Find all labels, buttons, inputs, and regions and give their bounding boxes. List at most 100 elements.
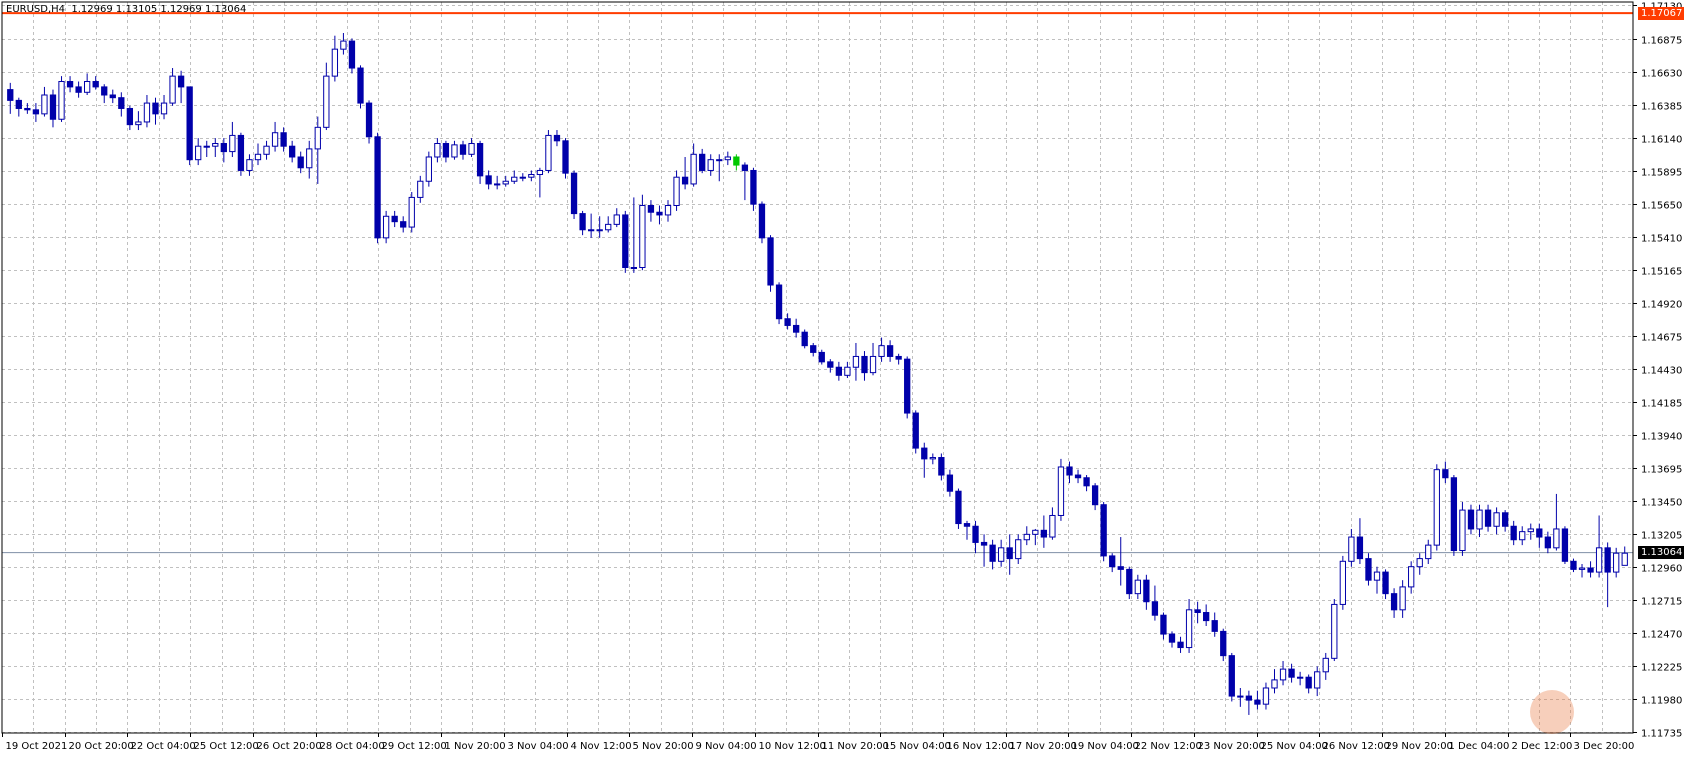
candle[interactable] — [49, 89, 57, 128]
candle[interactable] — [212, 138, 219, 157]
candle[interactable] — [1109, 553, 1116, 573]
candle[interactable] — [1023, 526, 1030, 546]
candle[interactable] — [357, 65, 364, 109]
candle[interactable] — [1527, 523, 1534, 540]
candle[interactable] — [673, 170, 680, 211]
candle[interactable] — [792, 318, 800, 338]
candle[interactable] — [716, 154, 723, 182]
candle[interactable] — [955, 488, 962, 529]
candle[interactable] — [622, 210, 629, 273]
candle[interactable] — [408, 192, 415, 233]
candle[interactable] — [1339, 555, 1346, 610]
candle[interactable] — [41, 86, 48, 117]
candle[interactable] — [1553, 493, 1560, 551]
candle[interactable] — [271, 121, 279, 152]
candle[interactable] — [946, 469, 954, 497]
candle[interactable] — [126, 105, 134, 131]
candle[interactable] — [1356, 518, 1364, 564]
candle[interactable] — [84, 73, 91, 95]
candle[interactable] — [400, 216, 407, 233]
candle[interactable] — [425, 151, 432, 187]
candle[interactable] — [886, 340, 894, 362]
candle[interactable] — [143, 94, 151, 128]
candle[interactable] — [476, 140, 484, 184]
candle[interactable] — [630, 197, 637, 273]
candle[interactable] — [758, 201, 766, 244]
candle[interactable] — [562, 138, 569, 179]
candle[interactable] — [998, 539, 1005, 567]
candle[interactable] — [605, 216, 612, 233]
candle[interactable] — [664, 200, 672, 222]
candle[interactable] — [468, 138, 475, 157]
candle[interactable] — [852, 342, 860, 381]
candlestick-chart[interactable]: 1.171301.168751.166301.163851.161401.158… — [0, 0, 1684, 764]
candle[interactable] — [485, 170, 492, 190]
candle[interactable] — [929, 453, 936, 465]
candle[interactable] — [7, 82, 14, 114]
candle[interactable] — [1143, 574, 1150, 610]
candle[interactable] — [494, 175, 501, 190]
candle[interactable] — [1373, 566, 1381, 594]
candle[interactable] — [1160, 612, 1167, 640]
candle[interactable] — [24, 103, 31, 114]
candle[interactable] — [229, 121, 236, 157]
candle[interactable] — [733, 154, 740, 171]
candle[interactable] — [1006, 534, 1013, 575]
candle[interactable] — [1134, 574, 1141, 600]
candle[interactable] — [1587, 561, 1594, 578]
candle[interactable] — [690, 143, 697, 187]
candle[interactable] — [528, 170, 535, 182]
candle[interactable] — [1049, 507, 1056, 540]
candle[interactable] — [1271, 669, 1278, 694]
candle[interactable] — [1057, 458, 1065, 521]
candle[interactable] — [1390, 588, 1398, 618]
candle[interactable] — [613, 208, 620, 228]
candle[interactable] — [972, 520, 979, 554]
candle[interactable] — [536, 167, 544, 198]
candle[interactable] — [382, 210, 390, 244]
candle[interactable] — [1416, 553, 1423, 575]
candle[interactable] — [869, 342, 877, 376]
candle[interactable] — [237, 132, 245, 176]
candle[interactable] — [639, 194, 646, 271]
candle[interactable] — [109, 89, 116, 104]
candle[interactable] — [254, 143, 262, 166]
candle[interactable] — [297, 151, 304, 174]
candle[interactable] — [741, 162, 749, 201]
candle[interactable] — [220, 138, 227, 163]
candle[interactable] — [203, 140, 210, 157]
candle[interactable] — [1365, 553, 1372, 586]
candle[interactable] — [1493, 507, 1500, 535]
candle[interactable] — [647, 200, 655, 222]
candle[interactable] — [1279, 661, 1287, 686]
candle[interactable] — [511, 170, 518, 184]
candle[interactable] — [75, 81, 82, 98]
candle[interactable] — [417, 175, 424, 203]
candle[interactable] — [1425, 539, 1432, 564]
candle[interactable] — [1237, 687, 1244, 707]
candle[interactable] — [1476, 504, 1483, 538]
candle[interactable] — [118, 92, 125, 117]
candle[interactable] — [587, 213, 595, 238]
candle[interactable] — [92, 76, 99, 90]
candle[interactable] — [1442, 461, 1449, 484]
candle[interactable] — [1117, 537, 1124, 586]
candle[interactable] — [177, 70, 185, 104]
candle[interactable] — [818, 349, 825, 365]
candle[interactable] — [1467, 504, 1475, 535]
candle[interactable] — [750, 167, 757, 211]
candle[interactable] — [1484, 504, 1492, 532]
candle[interactable] — [545, 130, 552, 174]
candle[interactable] — [827, 359, 834, 373]
candle[interactable] — [1194, 601, 1201, 624]
candle[interactable] — [434, 138, 441, 163]
candle[interactable] — [1066, 461, 1073, 484]
candle[interactable] — [861, 351, 868, 381]
candle[interactable] — [306, 140, 313, 179]
candle[interactable] — [1177, 636, 1184, 653]
candle[interactable] — [101, 84, 108, 104]
candle[interactable] — [340, 32, 347, 55]
candle[interactable] — [1245, 690, 1253, 715]
candle[interactable] — [904, 356, 911, 419]
candle[interactable] — [1519, 526, 1526, 546]
